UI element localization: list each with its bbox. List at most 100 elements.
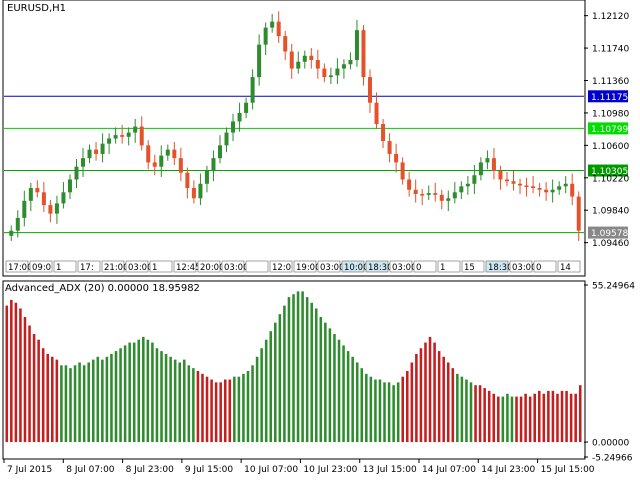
candle-body	[478, 162, 483, 176]
candle-body	[120, 135, 125, 137]
candle-body	[48, 205, 53, 214]
time-marker-label: 19:00	[296, 263, 321, 273]
adx-bar	[137, 339, 141, 443]
adx-bar	[28, 325, 31, 443]
price-hlines: 1.111751.107991.103051.09578	[4, 90, 628, 239]
time-marker-label: 18:30	[368, 263, 393, 273]
price-candles	[9, 11, 581, 241]
adx-bar	[151, 342, 154, 443]
candle-body	[41, 192, 46, 206]
time-marker-label: 17:00	[8, 263, 33, 273]
adx-bar	[524, 393, 527, 443]
adx-bar	[5, 305, 9, 443]
adx-bar	[78, 362, 81, 443]
time-marker-label: 09:0	[32, 263, 51, 273]
adx-bar	[351, 356, 354, 443]
price-tick-label: 1.11740	[592, 45, 629, 55]
adx-bar	[142, 336, 145, 443]
candle-body	[178, 158, 183, 173]
adx-bar	[519, 396, 523, 443]
time-marker-box	[245, 260, 269, 273]
candle-body	[524, 185, 529, 187]
adx-bar	[223, 379, 227, 443]
candle-body	[315, 60, 320, 69]
time-marker-label: 03:00	[320, 263, 345, 273]
price-hline-label: 1.11175	[591, 93, 628, 103]
adx-bar	[337, 339, 341, 443]
candle-body	[61, 192, 66, 204]
candle-body	[244, 102, 249, 113]
adx-bar	[497, 396, 500, 443]
adx-bars	[5, 291, 582, 443]
x-tick-label: 7 Jul 2015	[7, 465, 52, 475]
candle-body	[28, 188, 33, 201]
candle-body	[289, 51, 294, 69]
adx-bar	[428, 336, 432, 443]
time-marker-label: 10:00	[344, 263, 369, 273]
candle-body	[35, 188, 40, 193]
adx-bar	[305, 297, 309, 443]
adx-bar	[105, 356, 109, 443]
adx-bar	[442, 356, 445, 443]
candle-body	[250, 77, 255, 103]
adx-bar	[182, 359, 186, 443]
adx-bar	[169, 356, 172, 443]
adx-bar	[233, 376, 236, 443]
adx-bar	[446, 362, 450, 443]
adx-bar	[560, 390, 564, 443]
x-tick-label: 14 Jul 07:00	[422, 465, 476, 475]
adx-bar	[355, 362, 359, 443]
candle-body	[94, 149, 99, 154]
x-axis: 7 Jul 2015 8 Jul 07:00 8 Jul 23:00 9 Jul 15…	[3, 459, 595, 475]
adx-bar	[324, 322, 327, 443]
candle-body	[22, 200, 27, 218]
adx-bar	[551, 390, 555, 443]
time-marker-label: 03:00	[392, 263, 417, 273]
candle-body	[491, 158, 496, 171]
adx-bar	[374, 379, 377, 443]
adx-bar	[64, 365, 68, 443]
adx-bar	[132, 342, 136, 443]
time-marker-label: 15	[464, 263, 475, 273]
adx-bar	[214, 382, 218, 443]
adx-bar	[537, 390, 541, 443]
candle-body	[544, 189, 549, 193]
price-hline-label: 1.09578	[591, 229, 628, 239]
adx-bar	[260, 348, 263, 443]
candle-body	[231, 121, 236, 133]
time-marker-label: 1	[152, 263, 157, 273]
adx-bar	[383, 382, 386, 443]
candle-body	[446, 198, 451, 201]
price-tick-label: 1.09840	[592, 207, 629, 217]
adx-bar	[301, 291, 304, 443]
x-tick-label: 15 Jul 15:00	[541, 465, 595, 475]
candle-body	[341, 64, 346, 69]
adx-bar	[310, 302, 313, 443]
adx-bar	[333, 334, 336, 443]
candle-body	[159, 155, 164, 167]
price-tick-label: 1.10600	[592, 142, 629, 152]
candle-body	[9, 230, 14, 236]
adx-bar	[46, 353, 50, 443]
candle-body	[309, 55, 314, 61]
adx-bar	[465, 379, 468, 443]
adx-bar	[569, 393, 573, 443]
adx-bar	[32, 334, 36, 443]
adx-bar	[342, 345, 345, 443]
price-tick-label: 1.12120	[592, 12, 629, 22]
candle-body	[465, 183, 470, 187]
adx-bar	[51, 356, 54, 443]
candle-body	[237, 112, 242, 122]
candle-body	[348, 60, 353, 65]
symbol-label: EURUSD,H1	[7, 3, 67, 14]
adx-bar	[565, 390, 568, 443]
adx-bar	[533, 393, 536, 443]
candle-body	[518, 183, 523, 186]
adx-bar	[406, 370, 409, 443]
adx-bar	[506, 393, 509, 443]
candle-body	[172, 149, 177, 159]
adx-bar	[283, 305, 286, 443]
time-marker-label: 17:	[80, 263, 94, 273]
candle-body	[257, 44, 262, 78]
adx-bar	[82, 365, 86, 443]
